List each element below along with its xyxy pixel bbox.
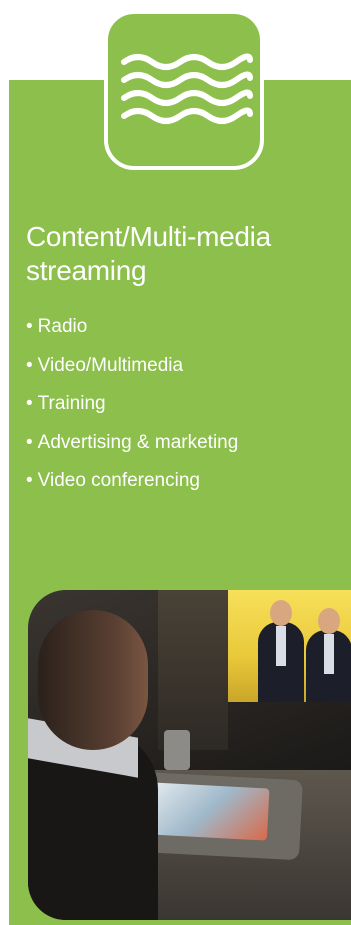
list-item-label: Advertising & marketing [37,431,239,453]
photo-wall [158,590,228,750]
bullet: • [26,431,33,453]
list-item: • Training [26,389,238,428]
title-line-1: Content/Multi-media [26,221,271,252]
photo-person-shirt [324,634,334,674]
video-conference-photo [28,590,351,920]
photo-viewer-head [38,610,148,750]
waves-icon-tile [104,10,264,170]
photo-display-screen [228,590,351,702]
photo-person-shirt [276,626,286,666]
section-title: Content/Multi-media streaming [26,220,326,288]
bullet: • [26,316,33,337]
photo-person-head [318,608,340,634]
photo-person-head [270,600,292,626]
list-item-label: Video conferencing [37,470,200,491]
photo-person [306,608,351,702]
list-item: • Radio [26,312,238,351]
list-item: • Video conferencing [26,466,238,505]
photo-person [258,600,304,702]
bullet: • [26,354,33,376]
list-item-label: Radio [37,316,88,337]
list-item-label: Training [37,393,106,414]
list-item: • Video/Multimedia [26,351,238,390]
feature-list: • Radio • Video/Multimedia • Training • Adve… [26,312,238,505]
list-item-label: Video/Multimedia [37,354,184,376]
waves-icon [121,53,253,124]
photo-microphone [164,730,190,770]
bullet: • [26,393,33,414]
title-line-2: streaming [26,255,147,286]
list-item: • Advertising & marketing [26,428,238,467]
page: Content/Multi-media streaming • Radio • Vi… [0,0,351,925]
photo-control-panel [134,771,303,861]
photo-control-screen [146,782,270,841]
bullet: • [26,470,33,491]
